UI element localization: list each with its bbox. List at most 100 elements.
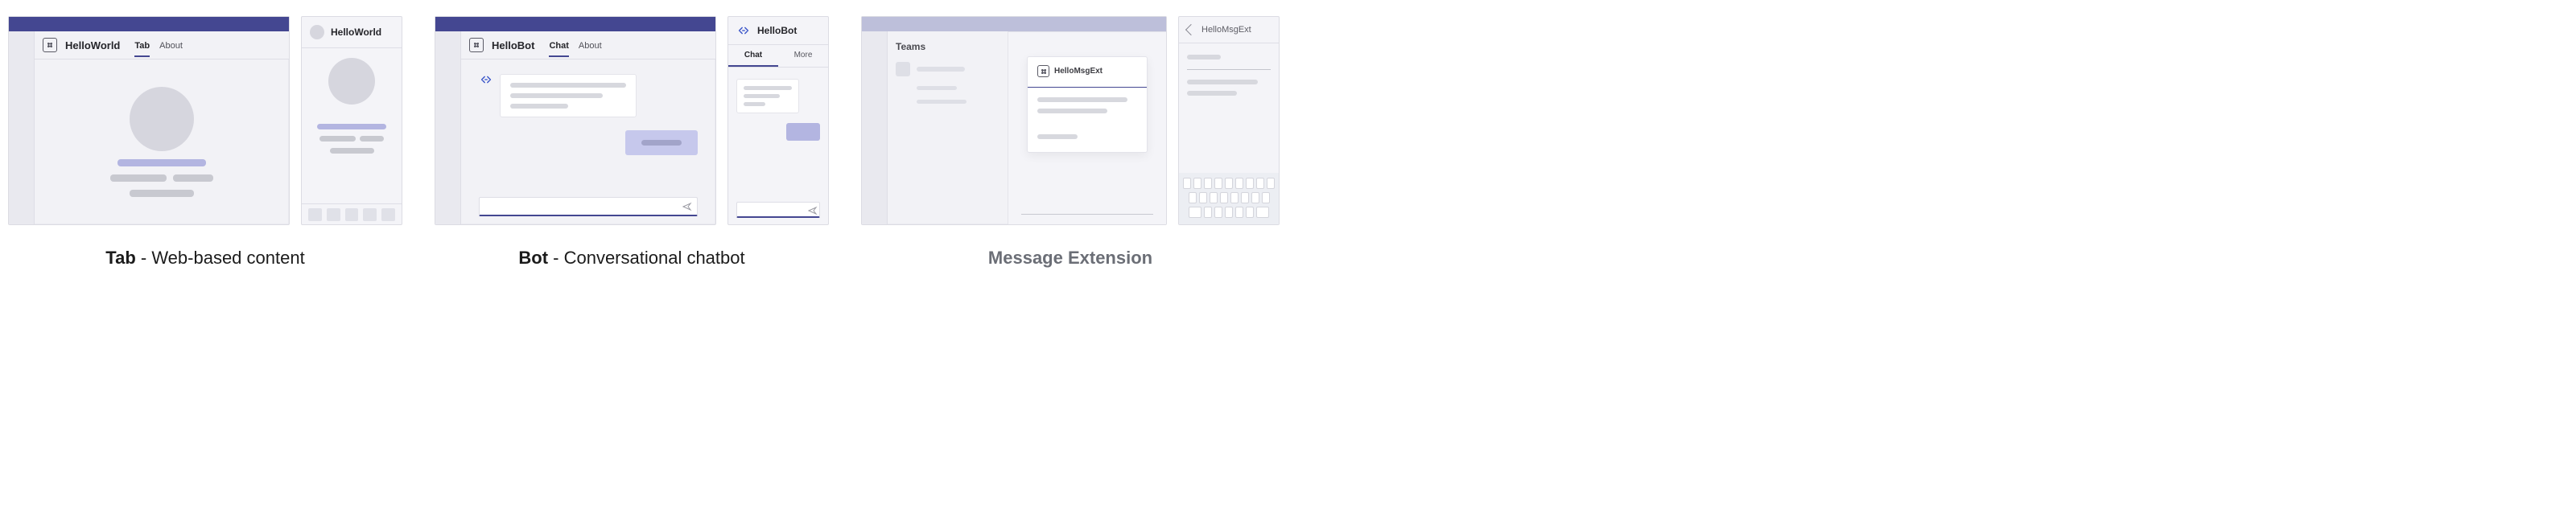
caption-bot: Bot - Conversational chatbot bbox=[518, 248, 744, 269]
nav-item[interactable] bbox=[308, 208, 322, 221]
outgoing-message bbox=[625, 130, 698, 155]
text-line bbox=[641, 140, 682, 146]
tab-content bbox=[35, 59, 289, 224]
nav-item[interactable] bbox=[327, 208, 340, 221]
compose-input[interactable] bbox=[479, 197, 698, 216]
compose-input[interactable] bbox=[1021, 200, 1153, 215]
card-header: HelloMsgExt bbox=[1037, 65, 1137, 77]
tabs: Chat About bbox=[549, 41, 601, 50]
app-title: HelloBot bbox=[492, 39, 534, 51]
key[interactable] bbox=[1225, 207, 1233, 218]
key[interactable] bbox=[1235, 178, 1243, 189]
key[interactable] bbox=[1189, 192, 1197, 203]
team-avatar-icon bbox=[896, 62, 910, 76]
key[interactable] bbox=[1256, 207, 1269, 218]
mobile-content bbox=[1179, 43, 1279, 107]
message-bubble bbox=[500, 74, 637, 117]
mobile-tab-chat[interactable]: Chat bbox=[728, 45, 778, 67]
nav-item[interactable] bbox=[381, 208, 395, 221]
key[interactable] bbox=[1214, 178, 1222, 189]
window-body: Teams Hello bbox=[862, 31, 1166, 224]
compose-input[interactable] bbox=[736, 202, 820, 218]
msgext-card: HelloMsgExt bbox=[1027, 56, 1148, 153]
keyboard-row bbox=[1182, 192, 1276, 203]
caption-bold: Bot bbox=[518, 248, 548, 268]
keyboard[interactable] bbox=[1179, 173, 1279, 224]
text-line bbox=[744, 102, 765, 106]
channel-item[interactable] bbox=[917, 100, 967, 104]
key[interactable] bbox=[1241, 192, 1249, 203]
diagram-row: HelloWorld Tab About bbox=[8, 16, 2568, 269]
team-item[interactable] bbox=[896, 62, 999, 76]
caption-tab: Tab - Web-based content bbox=[105, 248, 304, 269]
key[interactable] bbox=[1220, 192, 1228, 203]
avatar-placeholder bbox=[328, 58, 375, 105]
keyboard-row bbox=[1182, 178, 1276, 189]
text-line bbox=[319, 136, 356, 142]
mobile-title: HelloWorld bbox=[331, 27, 381, 38]
incoming-message bbox=[736, 79, 799, 113]
key[interactable] bbox=[1256, 178, 1264, 189]
left-rail bbox=[862, 31, 888, 224]
send-icon[interactable] bbox=[682, 201, 692, 211]
key[interactable] bbox=[1193, 178, 1201, 189]
text-line bbox=[1187, 91, 1237, 96]
key[interactable] bbox=[1262, 192, 1270, 203]
outgoing-message bbox=[786, 123, 820, 141]
bot-desktop-window: HelloBot Chat About bbox=[435, 16, 716, 225]
tab-about[interactable]: About bbox=[579, 41, 602, 57]
team-label bbox=[917, 67, 965, 72]
chat-area bbox=[461, 59, 715, 224]
nav-item[interactable] bbox=[345, 208, 359, 221]
back-icon[interactable] bbox=[1185, 24, 1197, 35]
mobile-tabs: Chat More bbox=[728, 45, 828, 68]
tab-about[interactable]: About bbox=[159, 41, 183, 57]
text-line-row bbox=[110, 174, 213, 182]
key[interactable] bbox=[1246, 207, 1254, 218]
app-logo-icon bbox=[1037, 65, 1049, 77]
bot-mobile-window: HelloBot Chat More bbox=[727, 16, 829, 225]
caption-rest: - Conversational chatbot bbox=[548, 248, 745, 268]
left-rail bbox=[9, 31, 35, 224]
text-line-accent bbox=[117, 159, 206, 166]
msgext-desktop-window: Teams Hello bbox=[861, 16, 1167, 225]
key[interactable] bbox=[1230, 192, 1239, 203]
tab-mobile-window: HelloWorld bbox=[301, 16, 402, 225]
tab-chat[interactable]: Chat bbox=[549, 41, 568, 57]
card-title: HelloMsgExt bbox=[1054, 67, 1103, 76]
main-split: Teams Hello bbox=[888, 31, 1166, 224]
text-line bbox=[110, 174, 167, 182]
nav-item[interactable] bbox=[363, 208, 377, 221]
text-line bbox=[1037, 109, 1107, 113]
tab-tab[interactable]: Tab bbox=[134, 41, 150, 57]
app-logo-icon bbox=[43, 38, 57, 52]
key[interactable] bbox=[1267, 178, 1275, 189]
key[interactable] bbox=[1199, 192, 1207, 203]
app-logo-icon bbox=[469, 38, 484, 52]
text-line-row bbox=[319, 136, 384, 142]
bot-icon bbox=[479, 74, 493, 85]
key[interactable] bbox=[1189, 207, 1201, 218]
mobile-tab-more[interactable]: More bbox=[778, 45, 828, 67]
teams-pane: Teams bbox=[888, 31, 1008, 224]
caption-rest: - Web-based content bbox=[136, 248, 305, 268]
caption-msgext: Message Extension bbox=[988, 248, 1152, 269]
key[interactable] bbox=[1204, 207, 1212, 218]
avatar-icon bbox=[310, 25, 324, 39]
tab-desktop-window: HelloWorld Tab About bbox=[8, 16, 290, 225]
main-pane: HelloBot Chat About bbox=[461, 31, 715, 224]
key[interactable] bbox=[1183, 178, 1191, 189]
key[interactable] bbox=[1214, 207, 1222, 218]
key[interactable] bbox=[1204, 178, 1212, 189]
key[interactable] bbox=[1251, 192, 1259, 203]
key[interactable] bbox=[1210, 192, 1218, 203]
key[interactable] bbox=[1235, 207, 1243, 218]
bot-icon bbox=[736, 25, 751, 36]
key[interactable] bbox=[1225, 178, 1233, 189]
text-line bbox=[360, 136, 384, 142]
bot-mockups: HelloBot Chat About bbox=[435, 16, 829, 225]
key[interactable] bbox=[1246, 178, 1254, 189]
msgext-mockups: Teams Hello bbox=[861, 16, 1280, 225]
channel-item[interactable] bbox=[917, 86, 957, 90]
send-icon[interactable] bbox=[808, 205, 816, 213]
